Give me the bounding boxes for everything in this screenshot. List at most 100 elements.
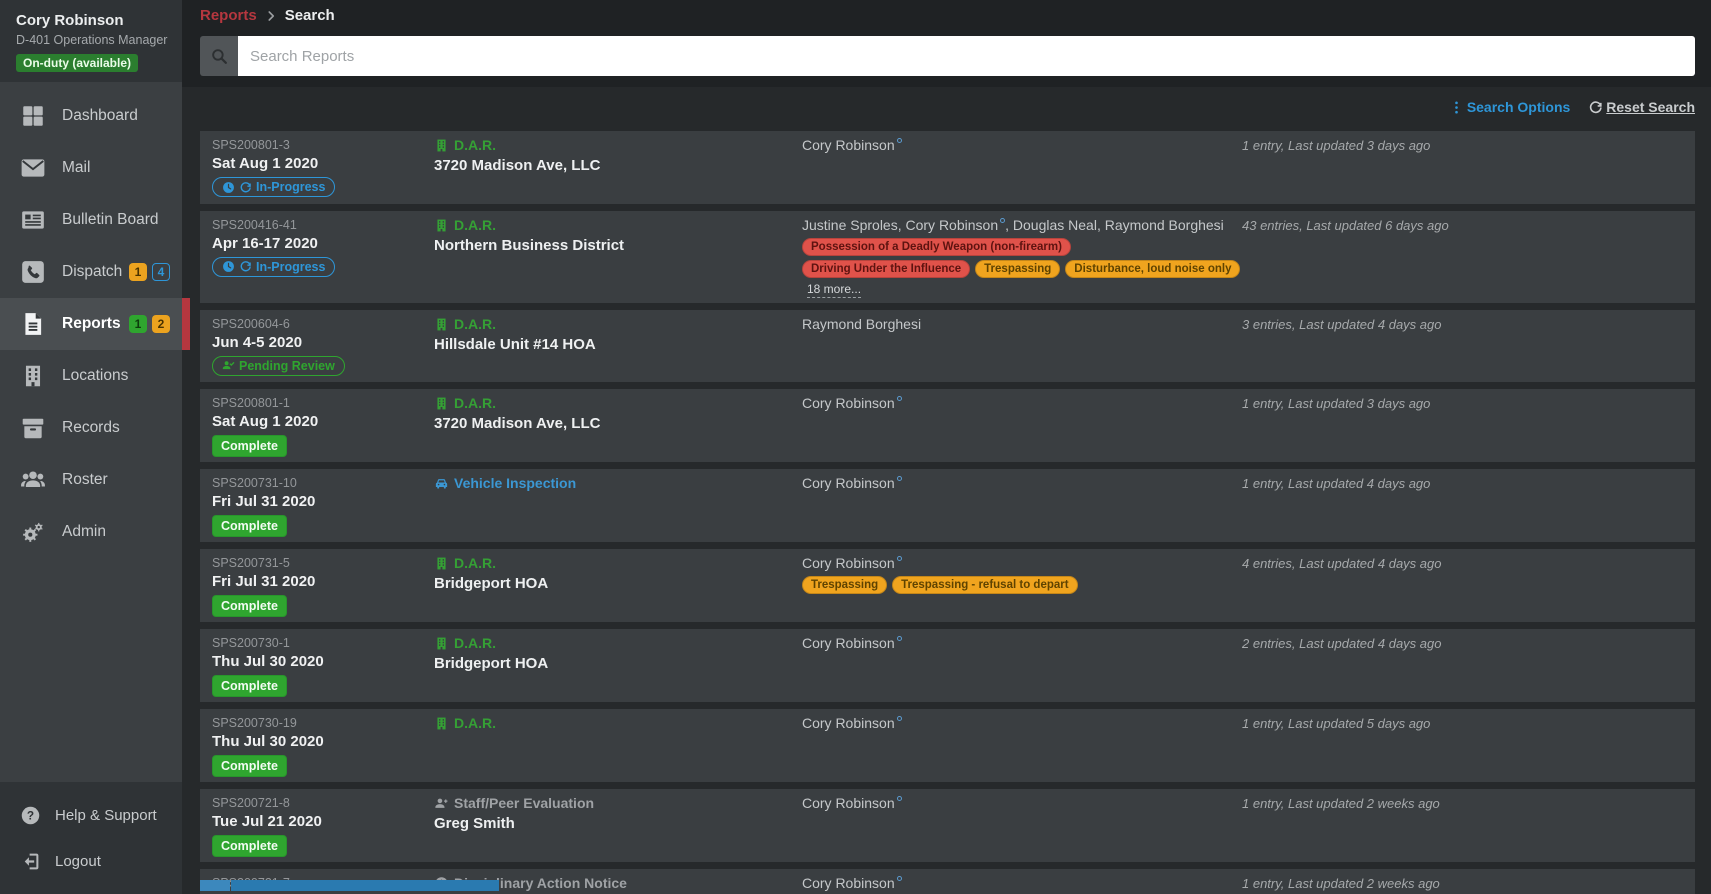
entries-summary: 1 entry, Last updated 2 weeks ago [1242, 796, 1440, 811]
sidebar-item-reports[interactable]: Reports 1 2 [0, 298, 190, 350]
report-row[interactable]: SPS200721-8 Tue Jul 21 2020 Complete Staff/… [200, 789, 1695, 862]
status-badge: Complete [212, 675, 287, 697]
person-name: Cory Robinson [802, 395, 895, 411]
sidebar-item-locations[interactable]: Locations [0, 350, 182, 402]
building-icon [434, 716, 449, 731]
report-type[interactable]: D.A.R. [434, 217, 802, 234]
entries-summary: 4 entries, Last updated 4 days ago [1242, 556, 1442, 571]
status-badge: Complete [212, 435, 287, 457]
report-row[interactable]: SPS200416-41 Apr 16-17 2020 In-Progress D.A… [200, 210, 1695, 303]
notification-badges: 14 [124, 263, 170, 281]
sidebar-item-label: Roster [62, 471, 108, 488]
incident-tag: Trespassing [802, 576, 888, 594]
report-type[interactable]: D.A.R. [434, 316, 802, 333]
people-list: Cory Robinson [802, 555, 1242, 572]
user-block: Cory Robinson D-401 Operations Manager O… [0, 0, 182, 82]
person-name: Cory Robinson [802, 555, 895, 571]
header: Reports Search [182, 0, 1711, 87]
report-date: Fri Jul 31 2020 [212, 493, 316, 510]
report-id: SPS200604-6 [212, 316, 290, 331]
person-name: Cory Robinson [802, 795, 895, 811]
scrollbar-left-segment[interactable] [200, 880, 230, 891]
more-tags-link[interactable]: 18 more... [807, 282, 862, 298]
report-meta: SPS200731-5 Fri Jul 31 2020 Complete [212, 555, 434, 617]
report-id: SPS200416-41 [212, 217, 297, 232]
horizontal-scrollbar[interactable] [200, 880, 1695, 891]
sidebar-item-logout[interactable]: Logout [0, 838, 182, 884]
search-options-link[interactable]: Search Options [1449, 99, 1570, 115]
sidebar-item-admin[interactable]: Admin [0, 506, 182, 558]
sidebar-item-roster[interactable]: Roster [0, 454, 182, 506]
scrollbar-thumb[interactable] [231, 880, 499, 891]
status-label: In-Progress [256, 180, 326, 194]
user-ref-icon [1000, 217, 1006, 223]
report-subject: 3720 Madison Ave, LLC [434, 157, 601, 174]
sidebar-item-help-support[interactable]: ? Help & Support [0, 792, 182, 838]
report-date: Apr 16-17 2020 [212, 234, 318, 252]
report-subject: Northern Business District [434, 236, 625, 254]
entries-summary: 1 entry, Last updated 5 days ago [1242, 716, 1431, 731]
status-badge: Complete [212, 835, 287, 857]
status-badge: Complete [212, 595, 287, 617]
app: Cory Robinson D-401 Operations Manager O… [0, 0, 1711, 894]
report-people-col: Cory Robinson [802, 137, 1242, 199]
sidebar-item-label: Records [62, 419, 120, 436]
sidebar-item-bulletin-board[interactable]: Bulletin Board [0, 194, 182, 246]
sidebar-item-label: Help & Support [55, 806, 157, 824]
user-ref-icon [896, 556, 902, 561]
report-subject: Hillsdale Unit #14 HOA [434, 335, 596, 353]
status-label: Complete [221, 679, 278, 693]
sidebar-item-dashboard[interactable]: Dashboard [0, 90, 182, 142]
sidebar-item-dispatch[interactable]: Dispatch 1 4 [0, 246, 182, 298]
report-people-col: Justine Sproles, Cory Robinson, Douglas … [802, 217, 1242, 298]
breadcrumb-reports-link[interactable]: Reports [200, 7, 257, 24]
admin-gears-icon [20, 519, 46, 545]
sidebar-item-mail[interactable]: Mail [0, 142, 182, 194]
status-label: Complete [221, 839, 278, 853]
report-type[interactable]: D.A.R. [434, 395, 802, 412]
report-type[interactable]: D.A.R. [434, 555, 802, 572]
person-plus-icon [434, 796, 449, 811]
report-subject: Bridgeport HOA [434, 655, 549, 672]
report-row[interactable]: SPS200730-19 Thu Jul 30 2020 Complete D.A.R… [200, 709, 1695, 782]
report-type[interactable]: Vehicle Inspection [434, 475, 802, 492]
person-name: Cory Robinson [802, 635, 895, 651]
report-date: Tue Jul 21 2020 [212, 813, 322, 830]
sidebar-item-label: Dashboard [62, 107, 138, 124]
bulletin-board-icon [20, 207, 46, 233]
people-list: Raymond Borghesi [802, 316, 1242, 333]
report-subject: Bridgeport HOA [434, 575, 549, 592]
sidebar-footer: ? Help & Support Logout [0, 782, 182, 894]
report-id: SPS200731-10 [212, 476, 297, 490]
status-badge: Complete [212, 755, 287, 777]
report-row[interactable]: SPS200731-10 Fri Jul 31 2020 Complete Vehic… [200, 469, 1695, 542]
search-wrap [182, 30, 1711, 87]
report-row[interactable]: SPS200801-3 Sat Aug 1 2020 In-Progress D.A.… [200, 131, 1695, 204]
report-type[interactable]: D.A.R. [434, 137, 802, 154]
clock-icon [222, 260, 235, 273]
report-date: Sat Aug 1 2020 [212, 155, 319, 172]
sidebar-item-records[interactable]: Records [0, 402, 182, 454]
report-type-label: D.A.R. [454, 635, 496, 651]
report-people-col: Cory Robinson [802, 475, 1242, 537]
report-type-col: D.A.R. Bridgeport HOA [434, 635, 802, 697]
user-ref-icon [896, 796, 902, 801]
search-button[interactable] [200, 36, 238, 76]
report-type[interactable]: D.A.R. [434, 715, 802, 732]
report-row[interactable]: SPS200731-5 Fri Jul 31 2020 Complete D.A.R.… [200, 549, 1695, 622]
status-label: Pending Review [239, 358, 335, 373]
report-row[interactable]: SPS200801-1 Sat Aug 1 2020 Complete D.A.R. 3… [200, 389, 1695, 462]
sidebar: Cory Robinson D-401 Operations Manager O… [0, 0, 190, 894]
report-date: Thu Jul 30 2020 [212, 653, 324, 670]
incident-tag: Driving Under the Influence [802, 259, 971, 278]
duty-status-badge: On-duty (available) [16, 54, 139, 72]
report-type-col: D.A.R. [434, 715, 802, 777]
reset-search-link[interactable]: Reset Search [1588, 99, 1695, 115]
person-name: Cory Robinson [905, 216, 999, 233]
report-type[interactable]: Staff/Peer Evaluation [434, 795, 802, 812]
report-type[interactable]: D.A.R. [434, 635, 802, 652]
report-row[interactable]: SPS200730-1 Thu Jul 30 2020 Complete D.A.R.… [200, 629, 1695, 702]
notification-badge: 2 [152, 315, 170, 333]
report-row[interactable]: SPS200604-6 Jun 4-5 2020 Pending Review D.A… [200, 309, 1695, 382]
search-input[interactable] [238, 36, 1695, 76]
